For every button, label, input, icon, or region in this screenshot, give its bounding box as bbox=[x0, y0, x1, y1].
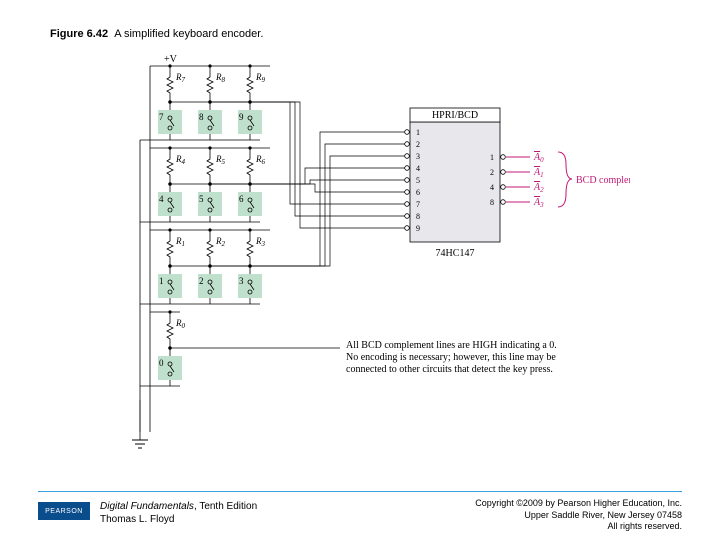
svg-text:A3: A3 bbox=[533, 197, 544, 209]
svg-text:R7: R7 bbox=[175, 72, 186, 84]
svg-text:2: 2 bbox=[199, 276, 204, 286]
encoder-title: HPRI/BCD bbox=[432, 110, 478, 121]
figure-caption: Figure 6.42 A simplified keyboard encode… bbox=[50, 28, 263, 40]
bcd-complement-label: BCD complement bbox=[576, 175, 630, 186]
svg-text:8: 8 bbox=[416, 212, 420, 221]
svg-text:R6: R6 bbox=[255, 154, 266, 166]
svg-text:4: 4 bbox=[416, 164, 420, 173]
svg-text:5: 5 bbox=[199, 194, 204, 204]
book-edition: , Tenth Edition bbox=[194, 501, 257, 512]
svg-text:A2: A2 bbox=[533, 182, 544, 194]
svg-text:R8: R8 bbox=[215, 72, 226, 84]
diagram: +V R7 R8 R9 7 8 9 R4 R5 R6 4 5 6 R1 R2 R… bbox=[110, 52, 630, 477]
wires bbox=[169, 101, 405, 350]
svg-text:R9: R9 bbox=[255, 72, 266, 84]
svg-text:1: 1 bbox=[159, 276, 164, 286]
svg-text:R1: R1 bbox=[175, 236, 185, 248]
svg-text:1: 1 bbox=[490, 153, 494, 162]
svg-text:R0: R0 bbox=[175, 318, 186, 330]
svg-text:R3: R3 bbox=[255, 236, 266, 248]
svg-text:4: 4 bbox=[490, 183, 494, 192]
svg-text:9: 9 bbox=[239, 112, 244, 122]
svg-text:5: 5 bbox=[416, 176, 420, 185]
svg-text:2: 2 bbox=[490, 168, 494, 177]
svg-text:3: 3 bbox=[416, 152, 420, 161]
power-label: +V bbox=[164, 54, 178, 65]
copyright-line2: Upper Saddle River, New Jersey 07458 bbox=[524, 510, 682, 520]
svg-text:7: 7 bbox=[159, 112, 164, 122]
svg-text:9: 9 bbox=[416, 224, 420, 233]
book-title: Digital Fundamentals bbox=[100, 501, 194, 512]
svg-text:R5: R5 bbox=[215, 154, 226, 166]
footer-divider bbox=[38, 491, 682, 492]
svg-text:6: 6 bbox=[239, 194, 244, 204]
svg-text:1: 1 bbox=[416, 128, 420, 137]
copyright-line1: Copyright ©2009 by Pearson Higher Educat… bbox=[475, 498, 682, 508]
svg-text:A0: A0 bbox=[533, 152, 544, 164]
note-line2: No encoding is necessary; however, this … bbox=[346, 352, 556, 363]
book-info: Digital Fundamentals, Tenth Edition Thom… bbox=[100, 501, 257, 526]
figure-title: A simplified keyboard encoder. bbox=[114, 28, 263, 40]
encoder-part: 74HC147 bbox=[436, 248, 475, 259]
svg-text:7: 7 bbox=[416, 200, 420, 209]
svg-text:6: 6 bbox=[416, 188, 420, 197]
copyright: Copyright ©2009 by Pearson Higher Educat… bbox=[475, 498, 682, 532]
svg-text:2: 2 bbox=[416, 140, 420, 149]
pearson-logo: PEARSON bbox=[38, 502, 90, 520]
svg-text:8: 8 bbox=[199, 112, 204, 122]
note-line1: All BCD complement lines are HIGH indica… bbox=[346, 340, 557, 351]
svg-text:R2: R2 bbox=[215, 236, 226, 248]
note-line3: connected to other circuits that detect … bbox=[346, 364, 553, 375]
svg-text:0: 0 bbox=[159, 358, 164, 368]
book-author: Thomas L. Floyd bbox=[100, 514, 174, 525]
figure-number: Figure 6.42 bbox=[50, 28, 108, 40]
svg-text:3: 3 bbox=[239, 276, 244, 286]
svg-text:R4: R4 bbox=[175, 154, 186, 166]
encoder-body bbox=[410, 122, 500, 242]
svg-text:8: 8 bbox=[490, 198, 494, 207]
svg-text:4: 4 bbox=[159, 194, 164, 204]
copyright-line3: All rights reserved. bbox=[607, 521, 682, 531]
svg-text:A1: A1 bbox=[533, 167, 544, 179]
